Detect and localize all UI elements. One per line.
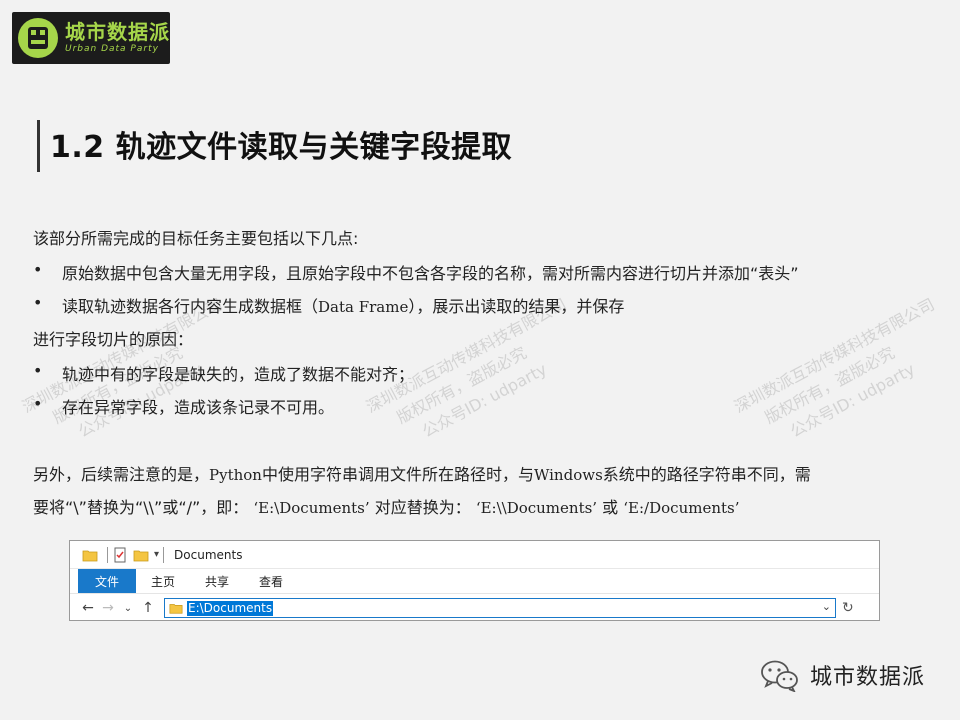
watermark: 深圳数派互动传媒科技有限公司 版权所有，盗版必究 公众号ID: udparty [730, 293, 960, 462]
reason-item: 存在异常字段，造成该条记录不可用。 [62, 398, 335, 417]
title-accent-bar [37, 120, 40, 172]
separator [107, 546, 108, 563]
note-text: 对应替换为： [374, 498, 471, 517]
task-item: 原始数据中包含大量无用字段，且原始字段中不包含各字段的名称，需对所需内容进行切片… [62, 264, 799, 283]
task-term: Data Frame [318, 298, 409, 316]
separator [163, 546, 165, 563]
tab-view[interactable]: 查看 [244, 569, 298, 593]
watermark-line: 公众号ID: udparty [419, 359, 550, 442]
tab-home[interactable]: 主页 [136, 569, 190, 593]
note-term: Python [209, 466, 262, 484]
bullet-icon: • [33, 361, 43, 380]
note-line-2: 要将“\”替换为“\\”或“/”，即： ‘E:\Documents’ 对应替换为… [33, 494, 739, 518]
task-item: 读取轨迹数据各行内容生成数据框（Data Frame），展示出读取的结果，并保存 [62, 293, 624, 317]
watermark-line: 公众号ID: udparty [787, 359, 918, 442]
reason-item: 轨迹中有的字段是缺失的，造成了数据不能对齐； [62, 365, 415, 384]
window-title: Documents [174, 547, 243, 562]
logo-badge-icon [18, 18, 58, 58]
watermark-line: 版权所有，盗版必究 [761, 343, 898, 428]
watermark-line: 深圳数派互动传媒科技有限公司 [730, 294, 938, 417]
note-text: 要将“\”替换为“\\”或“/”，即： [33, 498, 249, 517]
bullet-icon: • [33, 394, 43, 413]
refresh-icon[interactable]: ↻ [842, 600, 854, 616]
note-term: Windows [533, 466, 603, 484]
navigation-bar: ← → ⌄ ↑ E:\Documents ⌄ ↻ [70, 593, 879, 622]
explorer-titlebar: ▾ Documents [70, 541, 879, 569]
path-example: ‘E:/Documents’ [623, 499, 740, 517]
file-explorer-screenshot: ▾ Documents 文件 主页 共享 查看 ← → ⌄ ↑ E:\Docum… [69, 540, 880, 621]
path-example: ‘E:\\Documents’ [475, 499, 598, 517]
footer-account: 城市数据派 [760, 658, 925, 692]
logo-name-en: Urban Data Party [65, 44, 159, 54]
tab-file[interactable]: 文件 [78, 569, 137, 593]
quick-access-dropdown-icon[interactable]: ▾ [154, 549, 159, 560]
note-text: 另外，后续需注意的是， [33, 465, 210, 484]
address-bar[interactable]: E:\Documents ⌄ [164, 598, 836, 618]
reason-heading: 进行字段切片的原因： [33, 330, 194, 349]
folder-icon [82, 550, 98, 561]
note-text: 中使用字符串调用文件所在路径时，与 [261, 465, 534, 484]
back-arrow-icon[interactable]: ← [78, 600, 98, 616]
path-example: ‘E:\Documents’ [253, 499, 370, 517]
note-text: 系统中的路径字符串不同，需 [602, 465, 811, 484]
note-text: 或 [602, 498, 619, 517]
task-text: 读取轨迹数据各行内容生成数据框（ [62, 297, 319, 316]
intro-text: 该部分所需完成的目标任务主要包括以下几点: [33, 229, 359, 248]
forward-arrow-icon[interactable]: → [98, 600, 118, 616]
recent-locations-icon[interactable]: ⌄ [118, 603, 138, 614]
bullet-icon: • [33, 293, 43, 312]
properties-icon[interactable] [112, 547, 128, 563]
task-text: ），展示出读取的结果，并保存 [408, 297, 625, 316]
new-folder-icon[interactable] [133, 547, 149, 563]
folder-icon [169, 604, 183, 614]
chevron-down-icon[interactable]: ⌄ [822, 600, 831, 613]
address-text[interactable]: E:\Documents [187, 600, 274, 616]
wechat-icon [761, 660, 798, 692]
logo-name-cn: 城市数据派 [65, 20, 170, 44]
tab-share[interactable]: 共享 [190, 569, 244, 593]
brand-logo: 城市数据派 Urban Data Party [12, 12, 170, 64]
ribbon-tabs: 文件 主页 共享 查看 [70, 569, 879, 593]
page-title: 1.2 轨迹文件读取与关键字段提取 [50, 130, 513, 165]
footer-account-name: 城市数据派 [810, 665, 926, 690]
bullet-icon: • [33, 260, 43, 279]
note-line-1: 另外，后续需注意的是，Python中使用字符串调用文件所在路径时，与Window… [33, 461, 811, 485]
up-arrow-icon[interactable]: ↑ [138, 600, 158, 616]
